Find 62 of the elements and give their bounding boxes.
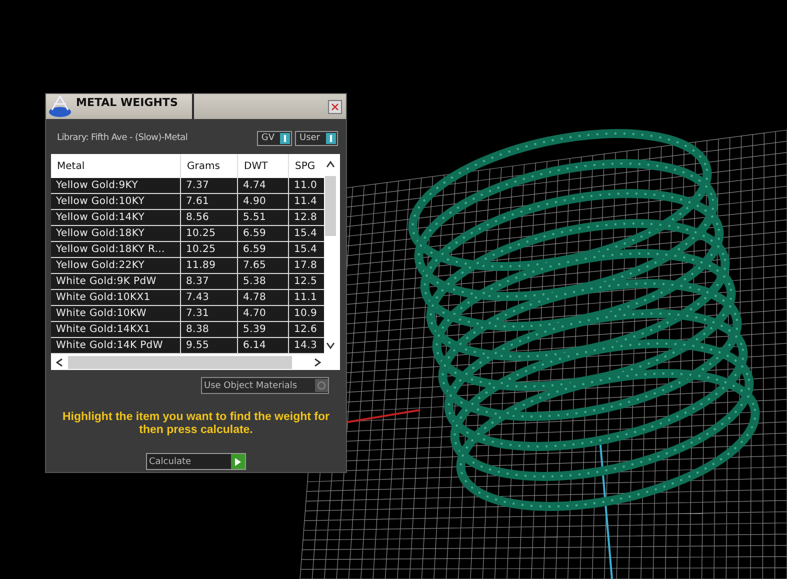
- close-button[interactable]: [328, 100, 342, 114]
- table-cell: 5.51: [238, 210, 289, 226]
- table-cell: 12.8: [289, 210, 324, 226]
- scrollbar-thumb[interactable]: [324, 176, 336, 236]
- table-cell: 8.38: [181, 322, 238, 338]
- panel-title: METAL WEIGHTS: [76, 96, 178, 109]
- table-cell: 11.1: [289, 290, 324, 306]
- table-cell: 10.25: [181, 226, 238, 242]
- table-cell: 4.90: [238, 194, 289, 210]
- scroll-right-icon[interactable]: [313, 358, 322, 366]
- table-cell: 6.14: [238, 338, 289, 354]
- use-object-materials-checkbox[interactable]: Use Object Materials: [201, 377, 329, 394]
- table-cell: Yellow Gold:18KY R...: [51, 242, 181, 258]
- table-cell: 10.9: [289, 306, 324, 322]
- table-cell: 6.59: [238, 226, 289, 242]
- table-cell: 11.4: [289, 194, 324, 210]
- table-cell: 11.89: [181, 258, 238, 274]
- table-cell: 6.59: [238, 242, 289, 258]
- calculate-button[interactable]: Calculate: [146, 453, 246, 470]
- table-cell: White Gold:10KW: [51, 306, 181, 322]
- scroll-up-icon[interactable]: [326, 160, 335, 169]
- table-cell: 7.61: [181, 194, 238, 210]
- table-cell: 8.56: [181, 210, 238, 226]
- table-cell: 4.74: [238, 178, 289, 194]
- table-cell: Yellow Gold:14KY: [51, 210, 181, 226]
- table-cell: White Gold:10KX1: [51, 290, 181, 306]
- table-cell: 15.4: [289, 226, 324, 242]
- scroll-down-icon[interactable]: [326, 341, 335, 350]
- table-cell: 17.8: [289, 258, 324, 274]
- circle-icon: [317, 381, 326, 390]
- table-cell: 8.37: [181, 274, 238, 290]
- table-cell: 12.5: [289, 274, 324, 290]
- table-cell: White Gold:14KX1: [51, 322, 181, 338]
- library-label: Library: Fifth Ave - (Slow)-Metal: [57, 133, 188, 143]
- table-cell: White Gold:9K PdW: [51, 274, 181, 290]
- table-cell: 9.55: [181, 338, 238, 354]
- scale-icon: [48, 94, 72, 118]
- scrollbar-thumb[interactable]: [68, 356, 292, 368]
- table-cell: Yellow Gold:18KY: [51, 226, 181, 242]
- toggle-switch[interactable]: GV: [257, 130, 292, 146]
- table-cell: 10.25: [181, 242, 238, 258]
- table-cell: 7.65: [238, 258, 289, 274]
- table-cell: Yellow Gold:10KY: [51, 194, 181, 210]
- play-icon: [235, 458, 241, 466]
- table-cell: 12.6: [289, 322, 324, 338]
- scroll-left-icon[interactable]: [55, 358, 64, 366]
- close-icon: [331, 102, 339, 110]
- table-cell: 4.78: [238, 290, 289, 306]
- table-cell: 15.4: [289, 242, 324, 258]
- table-cell: 5.38: [238, 274, 289, 290]
- table-cell: 7.31: [181, 306, 238, 322]
- toggle-switch[interactable]: User: [295, 130, 338, 146]
- table-cell: Yellow Gold:22KY: [51, 258, 181, 274]
- table-cell: 5.39: [238, 322, 289, 338]
- table-cell: 11.0: [289, 178, 324, 194]
- table-cell: 14.3: [289, 338, 324, 354]
- table-cell: Yellow Gold:9KY: [51, 178, 181, 194]
- table-cell: 4.70: [238, 306, 289, 322]
- table-cell: 7.43: [181, 290, 238, 306]
- table-cell: White Gold:14K PdW: [51, 338, 181, 354]
- table-cell: 7.37: [181, 178, 238, 194]
- instruction-text: Highlight the item you want to find the weight for then press calculate.: [61, 411, 331, 437]
